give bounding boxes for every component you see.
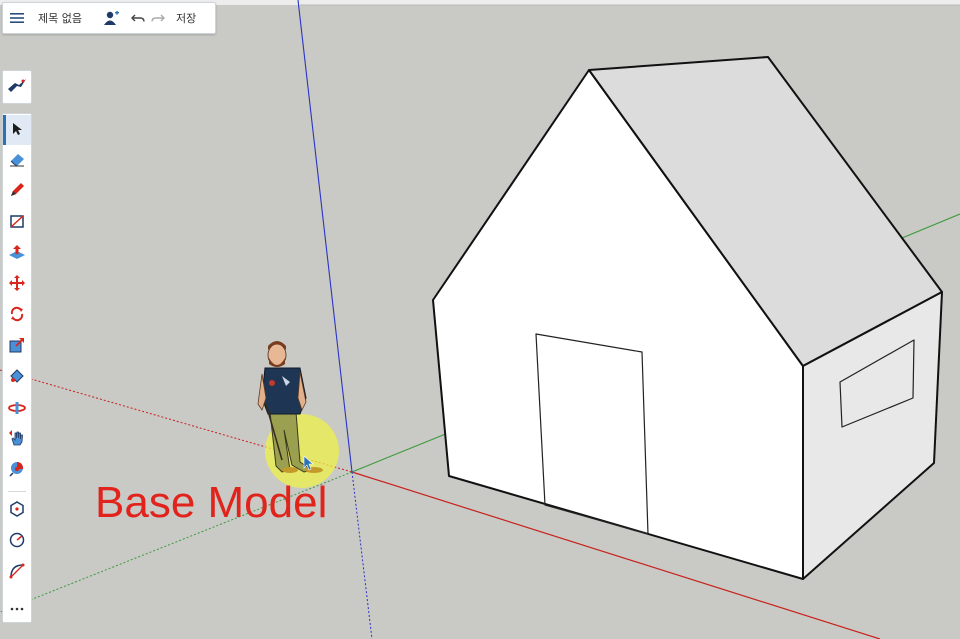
zoom-tool[interactable] — [3, 456, 31, 486]
sketchup-logo-icon — [7, 77, 27, 97]
tool-bar — [2, 113, 32, 623]
undo-icon[interactable] — [128, 3, 148, 33]
menu-icon[interactable] — [6, 3, 28, 33]
rotate-tool[interactable] — [3, 301, 31, 331]
scale-tool[interactable] — [3, 332, 31, 362]
save-button[interactable]: 저장 — [176, 10, 196, 26]
orbit-icon — [8, 400, 26, 419]
pencil-tool[interactable] — [3, 177, 31, 207]
more-tools-button[interactable] — [3, 590, 31, 620]
eraser-icon — [8, 151, 26, 171]
move-tool[interactable] — [3, 270, 31, 300]
model-viewport[interactable] — [0, 0, 960, 639]
pencil-icon — [9, 182, 25, 202]
push-pull-tool[interactable] — [3, 239, 31, 269]
circle-icon — [9, 532, 25, 552]
rotate-icon — [9, 306, 25, 326]
eraser-tool[interactable] — [3, 146, 31, 176]
paint-bucket-tool[interactable] — [3, 363, 31, 393]
orbit-tool[interactable] — [3, 394, 31, 424]
pan-hand-icon — [9, 430, 25, 450]
polygon-icon — [9, 501, 25, 521]
arc-icon — [9, 563, 25, 583]
circle-tool[interactable] — [3, 527, 31, 557]
polygon-tool[interactable] — [3, 496, 31, 526]
top-bar: 제목 없음 저장 — [2, 2, 216, 34]
select-tool[interactable] — [3, 115, 31, 145]
push-pull-icon — [8, 244, 26, 264]
rectangle-icon — [9, 213, 25, 233]
pan-tool[interactable] — [3, 425, 31, 455]
scale-icon — [9, 337, 25, 357]
document-title[interactable]: 제목 없음 — [38, 10, 82, 26]
sketchup-logo-button[interactable] — [2, 70, 32, 104]
ellipsis-icon — [10, 596, 24, 615]
arc-tool[interactable] — [3, 558, 31, 588]
paint-bucket-icon — [9, 368, 25, 388]
user-share-icon[interactable] — [100, 3, 124, 33]
rectangle-tool[interactable] — [3, 208, 31, 238]
move-arrows-icon — [9, 275, 25, 295]
arrow-cursor-icon — [11, 121, 23, 140]
zoom-target-icon — [9, 461, 25, 481]
base-model-caption: Base Model — [95, 478, 328, 527]
redo-icon[interactable] — [148, 3, 168, 33]
